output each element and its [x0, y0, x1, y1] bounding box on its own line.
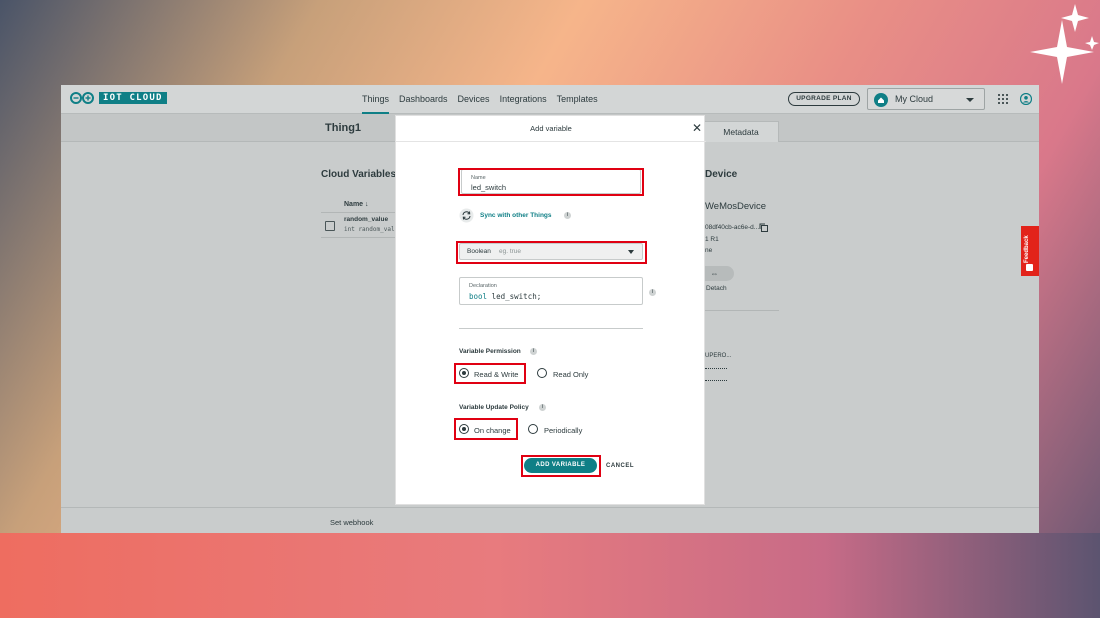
upgrade-plan-button[interactable]: UPGRADE PLAN — [788, 92, 860, 106]
device-divider — [705, 310, 779, 311]
sync-with-other-things-link[interactable]: Sync with other Things — [480, 212, 552, 219]
table-divider — [321, 237, 396, 238]
declaration-field[interactable]: Declaration bool led_switch; — [459, 277, 643, 305]
top-navigation-bar: IOT CLOUD Things Dashboards Devices Inte… — [61, 85, 1039, 114]
chevron-down-icon — [966, 98, 974, 102]
thing-title: Thing1 — [325, 122, 362, 134]
detach-label: Detach — [706, 285, 727, 292]
nav-item-integrations[interactable]: Integrations — [495, 85, 552, 114]
sync-icon[interactable] — [459, 208, 474, 223]
info-icon[interactable]: i — [564, 212, 571, 219]
device-type: 1 R1 — [705, 236, 719, 243]
feedback-tab[interactable]: Feedback — [1021, 226, 1039, 276]
masked-value — [705, 368, 727, 369]
info-icon[interactable]: i — [530, 348, 537, 355]
highlight-box — [456, 241, 647, 264]
cancel-button[interactable]: CANCEL — [606, 463, 634, 469]
device-id: 08df40cb-ac6e-d... — [705, 224, 760, 231]
radio-read-only[interactable] — [537, 368, 547, 378]
main-nav: Things Dashboards Devices Integrations T… — [357, 85, 603, 114]
radio-periodically[interactable] — [528, 424, 538, 434]
background-bottom-band — [0, 533, 1100, 618]
network-ssid-text: UPERO... — [705, 353, 732, 359]
nav-item-dashboards[interactable]: Dashboards — [394, 85, 453, 114]
dialog-header: Add variable ✕ — [396, 116, 706, 142]
info-icon[interactable]: i — [649, 289, 656, 296]
declaration-rest: led_switch; — [487, 292, 542, 301]
apps-grid-icon[interactable] — [998, 94, 1008, 104]
info-icon[interactable]: i — [539, 404, 546, 411]
column-header-label: Name — [344, 201, 364, 208]
iot-cloud-logo[interactable]: IOT CLOUD — [69, 92, 167, 104]
copy-icon[interactable] — [759, 223, 768, 232]
footer-bar: Set webhook — [61, 507, 1039, 533]
link-icon: ⇔ — [710, 269, 719, 278]
table-divider — [321, 212, 396, 213]
read-only-label[interactable]: Read Only — [553, 370, 588, 379]
sort-arrow-icon: ↓ — [365, 201, 369, 208]
logo-text: IOT CLOUD — [99, 92, 167, 104]
device-section-title: Device — [705, 169, 738, 180]
device-status: ne — [705, 247, 713, 254]
nav-item-devices[interactable]: Devices — [453, 85, 495, 114]
cloud-selector[interactable]: My Cloud — [867, 88, 985, 110]
declaration-keyword: bool — [469, 292, 488, 301]
variable-permission-label: Variable Permission — [459, 348, 521, 355]
tab-metadata[interactable]: Metadata — [703, 121, 779, 142]
add-variable-dialog: Add variable ✕ Name led_switch Sync with… — [395, 115, 706, 505]
feedback-label: Feedback — [1024, 235, 1030, 263]
highlight-box — [454, 363, 526, 384]
variable-name[interactable]: random_value — [344, 216, 388, 223]
nav-item-things[interactable]: Things — [357, 85, 394, 114]
update-policy-label: Variable Update Policy — [459, 404, 529, 411]
dialog-divider — [459, 328, 643, 329]
set-webhook-link[interactable]: Set webhook — [330, 518, 373, 527]
user-account-icon[interactable] — [1020, 93, 1032, 105]
declaration-code: bool led_switch; — [469, 292, 541, 301]
cloud-selector-label: My Cloud — [895, 94, 934, 104]
feedback-icon — [1026, 264, 1033, 271]
device-name: WeMosDevice — [705, 201, 767, 212]
highlight-box — [454, 418, 518, 440]
sparkle-icon — [1030, 4, 1099, 84]
highlight-box — [521, 455, 601, 477]
dialog-title: Add variable — [530, 124, 572, 133]
periodically-label[interactable]: Periodically — [544, 426, 582, 435]
nav-item-templates[interactable]: Templates — [552, 85, 603, 114]
close-icon[interactable]: ✕ — [692, 122, 702, 134]
cloud-variables-title: Cloud Variables — [321, 169, 397, 180]
variable-row-checkbox[interactable] — [325, 221, 335, 231]
column-header-name[interactable]: Name ↓ — [344, 201, 369, 208]
home-icon — [874, 93, 888, 107]
highlight-box — [458, 168, 644, 196]
masked-value — [705, 380, 727, 381]
arduino-infinity-icon — [70, 92, 94, 104]
declaration-label: Declaration — [469, 283, 497, 289]
